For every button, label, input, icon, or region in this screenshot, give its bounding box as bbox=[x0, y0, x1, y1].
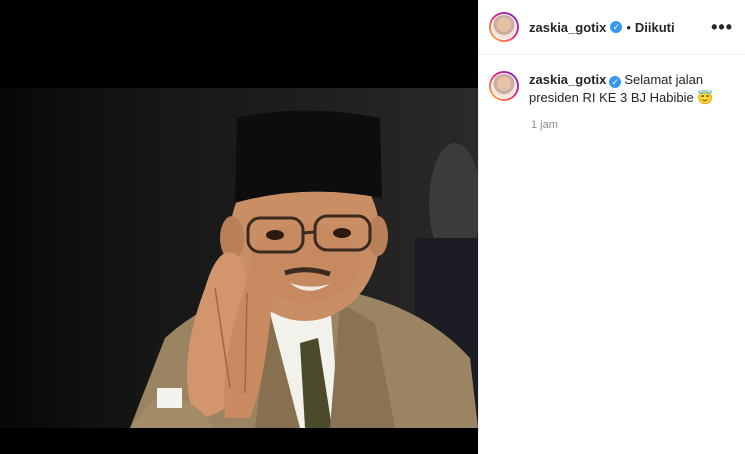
caption-row: zaskia_gotix ✓ Selamat jalan presiden RI K… bbox=[479, 55, 745, 107]
post-photo bbox=[0, 88, 478, 428]
verified-badge-icon: ✓ bbox=[609, 76, 622, 88]
caption-avatar[interactable] bbox=[489, 71, 519, 101]
post-timestamp[interactable]: 1 jam bbox=[531, 119, 745, 131]
avatar-ring-inner bbox=[491, 14, 517, 40]
caption-body: zaskia_gotix ✓ Selamat jalan presiden RI K… bbox=[529, 71, 719, 107]
avatar-image bbox=[492, 74, 516, 98]
header-username[interactable]: zaskia_gotix bbox=[529, 20, 606, 35]
post-side-panel: zaskia_gotix ✓ • Diikuti ••• zaskia_goti… bbox=[478, 0, 745, 454]
post-header: zaskia_gotix ✓ • Diikuti ••• bbox=[479, 0, 745, 55]
avatar-image bbox=[492, 15, 516, 39]
post-media[interactable] bbox=[0, 0, 478, 454]
header-separator: • bbox=[626, 19, 631, 35]
avatar-ring-inner bbox=[491, 73, 517, 99]
verified-badge-icon: ✓ bbox=[610, 21, 623, 33]
follow-status-button[interactable]: Diikuti bbox=[635, 20, 675, 35]
avatar[interactable] bbox=[489, 12, 519, 42]
portrait-illustration bbox=[130, 110, 478, 428]
more-horizontal-icon[interactable]: ••• bbox=[711, 17, 733, 38]
caption-username[interactable]: zaskia_gotix bbox=[529, 72, 606, 87]
